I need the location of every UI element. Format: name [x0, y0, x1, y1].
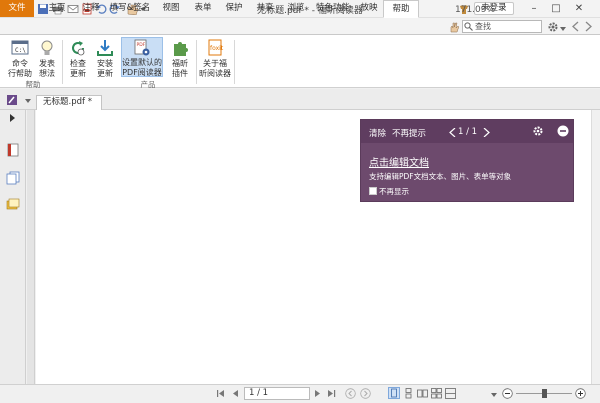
tab-home[interactable]: 主页: [42, 0, 72, 17]
set-default-reader-label: 设置默认的 PDF阅读器: [122, 58, 162, 77]
chevron-down-icon[interactable]: [491, 391, 497, 397]
zoom-level[interactable]: 171.09%: [455, 4, 495, 16]
search-icon: [464, 22, 473, 31]
tab-comment[interactable]: 注释: [76, 0, 106, 17]
zoom-out-icon[interactable]: [502, 388, 513, 399]
continuous-facing-view-icon[interactable]: [431, 388, 442, 399]
next-view-icon[interactable]: [360, 388, 371, 399]
page-number-input[interactable]: 1 / 1: [244, 387, 310, 400]
gear-icon[interactable]: [547, 21, 559, 33]
pdf-settings-icon: PDF: [132, 39, 152, 57]
tab-features[interactable]: 特色功能: [312, 0, 354, 17]
tab-file[interactable]: 文件: [0, 0, 34, 17]
first-page-icon[interactable]: [216, 389, 225, 398]
svg-text:C:\: C:\: [15, 47, 26, 54]
tab-slideshow[interactable]: 放映: [355, 0, 383, 17]
single-page-view-icon[interactable]: [388, 387, 400, 399]
pages-icon[interactable]: [6, 143, 20, 157]
document-tab[interactable]: 无标题.pdf *: [36, 95, 102, 110]
tab-help[interactable]: 帮助: [383, 0, 419, 18]
tab-view[interactable]: 视图: [157, 0, 185, 17]
ribbon-separator: [196, 40, 197, 84]
edit-document-link[interactable]: 点击编辑文档: [369, 154, 429, 169]
previous-view-icon[interactable]: [345, 388, 356, 399]
zoom-slider-thumb[interactable]: [542, 389, 547, 398]
update-check-icon: [68, 38, 88, 58]
app-menu-icon[interactable]: [6, 94, 18, 106]
set-default-reader-button[interactable]: PDF 设置默认的 PDF阅读器: [121, 37, 163, 77]
last-page-icon[interactable]: [327, 389, 336, 398]
ribbon-separator: [234, 40, 235, 84]
feedback-button[interactable]: 发表 想法: [32, 37, 62, 81]
about-label: 关于福 昕阅读器: [199, 59, 231, 78]
plugins-button[interactable]: 福昕 插件: [165, 37, 195, 81]
facing-view-icon[interactable]: [417, 388, 428, 399]
command-help-label: 命令 行帮助: [8, 59, 32, 78]
tab-form[interactable]: 表单: [189, 0, 217, 17]
about-button[interactable]: foxit 关于福 昕阅读器: [198, 37, 232, 81]
close-popup-icon[interactable]: [557, 125, 569, 137]
previous-page-icon[interactable]: [231, 389, 240, 398]
plugins-label: 福昕 插件: [172, 59, 188, 78]
tab-protect[interactable]: 保护: [220, 0, 248, 17]
install-update-label: 安装 更新: [97, 59, 113, 78]
continuous-view-icon[interactable]: [403, 388, 414, 399]
search-input[interactable]: 查找: [462, 20, 542, 33]
maximize-button[interactable]: □: [547, 2, 565, 16]
download-icon: [95, 38, 115, 58]
layers-icon[interactable]: [6, 171, 20, 185]
install-update-button[interactable]: 安装 更新: [90, 37, 120, 81]
svg-text:PDF: PDF: [137, 42, 146, 48]
command-help-button[interactable]: C:\ 命令 行帮助: [5, 37, 35, 81]
clear-button[interactable]: 清除: [369, 127, 386, 139]
chevron-down-icon[interactable]: [25, 97, 31, 103]
zoom-in-icon[interactable]: [575, 388, 586, 399]
close-button[interactable]: ✕: [570, 2, 588, 16]
feedback-label: 发表 想法: [39, 59, 55, 78]
expand-pane-icon[interactable]: [8, 114, 16, 122]
next-page-icon[interactable]: [313, 389, 322, 398]
tab-fill-sign[interactable]: 填写&签名: [109, 0, 151, 17]
dont-show-checkbox[interactable]: [369, 187, 377, 195]
tip-description: 支持编辑PDF文档文本、图片、表单等对象: [369, 172, 512, 181]
dont-show-label: 不再显示: [379, 187, 409, 196]
tip-popup: 清除 不再提示 1 / 1 点击编辑文档 支持编辑PDF文档文本、图片、表单等对…: [360, 119, 574, 202]
lightbulb-icon: [37, 38, 57, 58]
check-update-label: 检查 更新: [70, 59, 86, 78]
vertical-scrollbar[interactable]: [591, 110, 600, 384]
svg-text:foxit: foxit: [210, 45, 224, 52]
nav-back-icon[interactable]: [570, 21, 581, 32]
next-tip-icon[interactable]: [483, 127, 490, 138]
tab-browse[interactable]: 浏览: [282, 0, 310, 17]
minimize-button[interactable]: –: [525, 2, 543, 16]
prev-tip-icon[interactable]: [449, 127, 456, 138]
chevron-down-icon[interactable]: [560, 25, 566, 31]
hand-icon[interactable]: [448, 21, 460, 33]
gear-icon[interactable]: [532, 125, 544, 137]
tab-share[interactable]: 共享: [251, 0, 279, 17]
command-help-icon: C:\: [10, 38, 30, 58]
nav-forward-icon[interactable]: [583, 21, 594, 32]
tip-pager: 1 / 1: [458, 127, 478, 137]
pane-splitter[interactable]: [27, 110, 35, 384]
no-remind-button[interactable]: 不再提示: [392, 127, 426, 139]
split-view-icon[interactable]: [445, 388, 456, 399]
puzzle-icon: [170, 38, 190, 58]
about-icon: foxit: [205, 38, 225, 58]
comments-icon[interactable]: [6, 198, 20, 212]
check-update-button[interactable]: 检查 更新: [63, 37, 93, 81]
